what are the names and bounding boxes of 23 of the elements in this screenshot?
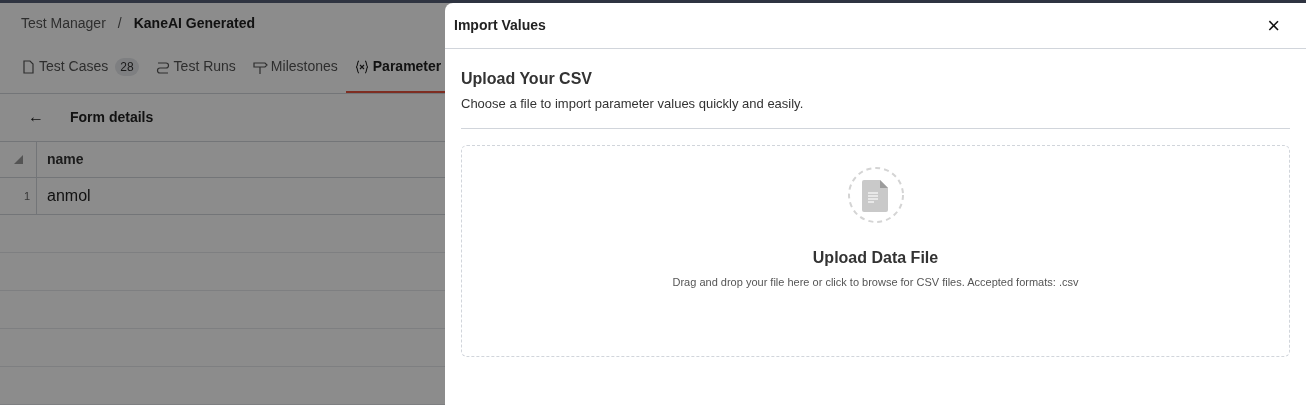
section-subtitle: Choose a file to import parameter values quickly and easily. bbox=[461, 95, 805, 113]
tab-icon bbox=[353, 58, 370, 75]
tab[interactable]: Test Cases 28 bbox=[12, 42, 147, 93]
section-heading: Upload Your CSV bbox=[461, 69, 593, 89]
form-title: Form details bbox=[70, 107, 154, 127]
dropzone-hint: Drag and drop your file here or click to browse for CSV files. Accepted formats: .csv bbox=[672, 274, 1079, 290]
dropzone-title: Upload Data File bbox=[812, 247, 939, 268]
file-dropzone[interactable]: Upload Data File Drag and drop your file here or click to browse for CSV files. Accepted formats: .csv bbox=[461, 144, 1290, 357]
breadcrumb-item[interactable]: Test Manager bbox=[21, 12, 106, 34]
corner-triangle-icon bbox=[13, 155, 23, 164]
breadcrumb-item[interactable]: KaneAI Generated bbox=[133, 12, 256, 34]
tab[interactable]: Milestones bbox=[243, 42, 346, 93]
count-badge: 28 bbox=[115, 57, 139, 76]
close-button[interactable]: × bbox=[1267, 14, 1280, 37]
table-cell[interactable]: anmol bbox=[37, 178, 91, 214]
back-button[interactable]: ← bbox=[28, 105, 44, 130]
tab-icon bbox=[20, 58, 36, 75]
breadcrumb-separator: / bbox=[117, 13, 122, 33]
drawer-title: Import Values bbox=[454, 16, 546, 35]
row-number: 1 bbox=[0, 178, 37, 214]
column-header[interactable]: name bbox=[37, 142, 84, 177]
tab[interactable]: Test Runs bbox=[146, 42, 244, 93]
document-icon bbox=[846, 165, 905, 224]
